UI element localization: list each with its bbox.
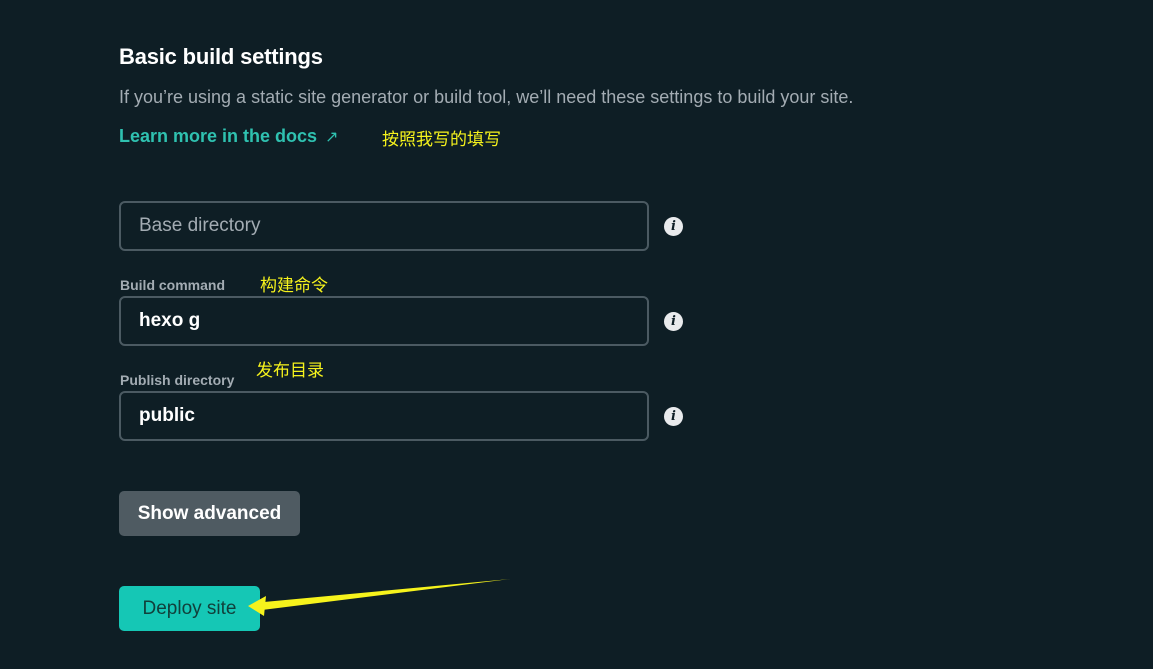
section-title: Basic build settings xyxy=(119,44,323,69)
base-directory-info-icon[interactable]: i xyxy=(664,217,683,236)
build-command-info-icon[interactable]: i xyxy=(664,312,683,331)
base-directory-input[interactable] xyxy=(121,203,647,249)
publish-directory-input[interactable] xyxy=(121,393,647,439)
deploy-site-button[interactable]: Deploy site xyxy=(119,586,260,631)
base-directory-field[interactable] xyxy=(119,201,649,251)
build-command-label: Build command xyxy=(120,277,226,293)
learn-more-docs-link[interactable]: Learn more in the docs ↗ xyxy=(119,126,338,147)
show-advanced-button[interactable]: Show advanced xyxy=(119,491,300,536)
publish-directory-label: Publish directory xyxy=(120,372,235,388)
build-command-input[interactable] xyxy=(121,298,647,344)
annotation-fill-as-written: 按照我写的填写 xyxy=(382,130,501,150)
annotation-build-command: 构建命令 xyxy=(260,276,328,296)
section-description: If you’re using a static site generator … xyxy=(119,87,854,107)
publish-directory-field[interactable] xyxy=(119,391,649,441)
build-command-field[interactable] xyxy=(119,296,649,346)
publish-directory-info-icon[interactable]: i xyxy=(664,407,683,426)
external-link-arrow-icon: ↗ xyxy=(325,129,339,146)
docs-link-label: Learn more in the docs xyxy=(119,126,318,146)
annotation-publish-directory: 发布目录 xyxy=(256,361,324,381)
annotation-arrow-shaft xyxy=(262,579,510,610)
